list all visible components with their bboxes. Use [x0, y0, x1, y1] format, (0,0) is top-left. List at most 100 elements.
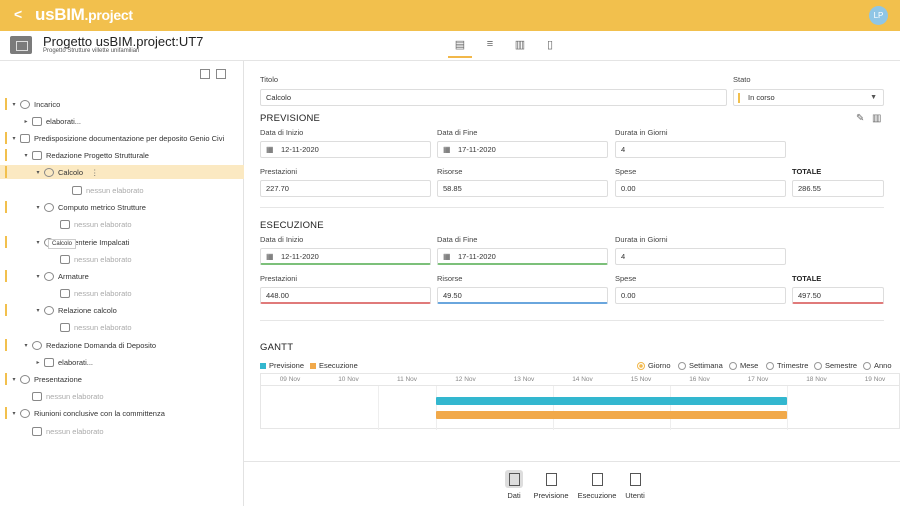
esec-data-inizio-label: Data di Inizio	[260, 235, 304, 244]
more-options-icon[interactable]: ⋮	[91, 168, 99, 177]
tree-item[interactable]: nessun elaborato	[0, 286, 244, 300]
tree-item[interactable]: nessun elaborato	[0, 320, 244, 334]
scale-radio-trimestre[interactable]: Trimestre	[766, 361, 808, 370]
prev-spese-input[interactable]: 0.00	[615, 180, 786, 197]
gantt-chart: 09 Nov 10 Nov 11 Nov 12 Nov 13 Nov 14 Nov 15 N…	[260, 373, 900, 430]
collapse-all-icon[interactable]	[216, 69, 226, 79]
gantt-bar-previsione[interactable]	[436, 397, 787, 405]
expand-caret-icon[interactable]: ▸	[22, 118, 30, 125]
tree-item[interactable]: ▾ Calcolo ⋮	[0, 165, 244, 179]
expand-caret-icon[interactable]: ▾	[22, 152, 30, 159]
tree-item[interactable]: ▾ Presentazione	[0, 372, 244, 386]
esec-spese-input[interactable]: 0.00	[615, 287, 786, 304]
esec-prestazioni-input[interactable]: 448.00	[260, 287, 431, 304]
esec-prestazioni-label: Prestazioni	[260, 274, 298, 283]
tree-item-label: nessun elaborato	[74, 322, 132, 332]
stato-value: In corso	[748, 93, 775, 102]
gantt-date-label: 15 Nov	[630, 376, 652, 383]
tree-item-label: Redazione Domanda di Deposito	[46, 340, 157, 350]
tree-item[interactable]: nessun elaborato	[0, 252, 244, 266]
gantt-icon[interactable]: ≡	[482, 38, 498, 52]
avatar[interactable]: LP	[869, 6, 888, 25]
expand-caret-icon[interactable]: ▾	[34, 273, 42, 280]
tree-item-label: Armature	[58, 271, 89, 281]
radio-label: Settimana	[689, 361, 723, 370]
legend-swatch	[260, 362, 266, 369]
esec-data-inizio-input[interactable]: 12-11-2020	[260, 248, 431, 265]
gantt-gridline	[670, 386, 671, 430]
prev-prestazioni-input[interactable]: 227.70	[260, 180, 431, 197]
expand-caret-icon[interactable]: ▾	[34, 239, 42, 246]
scale-radio-semestre[interactable]: Semestre	[814, 361, 857, 370]
esec-durata-input[interactable]: 4	[615, 248, 786, 265]
gantt-date-label: 14 Nov	[572, 376, 593, 383]
prev-totale-label: TOTALE	[792, 167, 822, 176]
esec-data-fine-input[interactable]: 17-11-2020	[437, 248, 608, 265]
tree-item[interactable]: ▾ Carpenterie Impalcati	[0, 235, 244, 249]
tree-item[interactable]: ▾ Incarico	[0, 97, 244, 111]
expand-caret-icon[interactable]: ▾	[10, 410, 18, 417]
prev-data-fine-input[interactable]: 17-11-2020	[437, 141, 608, 158]
expand-caret-icon[interactable]: ▾	[10, 135, 18, 142]
tree-item[interactable]: ▾ Riunioni conclusive con la committenza	[0, 406, 244, 420]
folder-icon	[72, 185, 82, 195]
document-icon[interactable]: ▯	[542, 38, 558, 52]
edit-icon[interactable]: ✎	[856, 113, 864, 124]
prev-data-fine-label: Data di Fine	[437, 128, 478, 137]
activity-icon	[20, 374, 30, 384]
project-header: Progetto usBIM.project:UT7 Progetto Stru…	[0, 31, 900, 61]
prev-data-inizio-input[interactable]: 12-11-2020	[260, 141, 431, 158]
expand-caret-icon[interactable]: ▾	[22, 342, 30, 349]
scale-radio-anno[interactable]: Anno	[863, 361, 892, 370]
tree-item[interactable]: ▾ Armature	[0, 269, 244, 283]
folder-icon	[32, 426, 42, 436]
previsione-tab-icon	[542, 470, 560, 488]
expand-caret-icon[interactable]: ▸	[34, 359, 42, 366]
gantt-bar-esecuzione[interactable]	[436, 411, 787, 419]
tab-previsione[interactable]: Previsione	[526, 470, 576, 500]
expand-caret-icon[interactable]: ▾	[34, 307, 42, 314]
prev-durata-input[interactable]: 4	[615, 141, 786, 158]
activity-icon	[44, 202, 54, 212]
stato-select[interactable]: In corso ▼	[733, 89, 884, 106]
logo-main: usBIM	[35, 5, 85, 24]
bar-chart-icon[interactable]: ▥	[512, 38, 528, 52]
tree-item[interactable]: ▾ Relazione calcolo	[0, 303, 244, 317]
tree-item[interactable]: ▾ Redazione Progetto Strutturale	[0, 148, 244, 162]
tab-utenti[interactable]: Utenti	[610, 470, 660, 500]
status-marker	[5, 304, 7, 316]
status-marker	[5, 373, 7, 385]
radio-label: Anno	[874, 361, 892, 370]
expand-caret-icon[interactable]: ▾	[10, 101, 18, 108]
tree-item[interactable]: ▸ elaborati...	[0, 114, 244, 128]
clipboard-icon[interactable]: ▤	[448, 38, 472, 58]
back-icon[interactable]: <	[14, 6, 22, 22]
tree-item-label: elaborati...	[46, 116, 82, 126]
prev-risorse-input[interactable]: 58.85	[437, 180, 608, 197]
expand-caret-icon[interactable]: ▾	[34, 204, 42, 211]
tree-item-label: Predisposizione documentazione per depos…	[34, 133, 225, 143]
tree-item[interactable]: nessun elaborato	[0, 183, 244, 197]
tooltip: Calcolo	[48, 239, 77, 249]
folder-icon	[20, 133, 30, 143]
scale-radio-giorno[interactable]: Giorno	[637, 361, 671, 370]
chart-icon[interactable]: ▥	[872, 113, 881, 124]
tree-item[interactable]: ▾ Predisposizione documentazione per depo…	[0, 131, 244, 145]
expand-caret-icon[interactable]: ▾	[10, 376, 18, 383]
tree-item[interactable]: ▾ Redazione Domanda di Deposito	[0, 338, 244, 352]
scale-radio-settimana[interactable]: Settimana	[678, 361, 723, 370]
tree-item[interactable]: ▸ elaborati...	[0, 355, 244, 369]
tree-item[interactable]: nessun elaborato	[0, 217, 244, 231]
tree-item[interactable]: nessun elaborato	[0, 424, 244, 438]
legend-swatch	[310, 362, 316, 369]
expand-caret-icon[interactable]: ▾	[34, 169, 42, 176]
expand-all-icon[interactable]	[200, 69, 210, 79]
esec-risorse-input[interactable]: 49.50	[437, 287, 608, 304]
gantt-date-label: 09 Nov	[279, 376, 301, 383]
activity-icon	[44, 305, 54, 315]
scale-radio-mese[interactable]: Mese	[729, 361, 758, 370]
esecuzione-tab-icon	[588, 470, 606, 488]
tree-item[interactable]: ▾ Computo metrico Strutture	[0, 200, 244, 214]
titolo-input[interactable]: Calcolo	[260, 89, 727, 106]
tree-item[interactable]: nessun elaborato	[0, 389, 244, 403]
